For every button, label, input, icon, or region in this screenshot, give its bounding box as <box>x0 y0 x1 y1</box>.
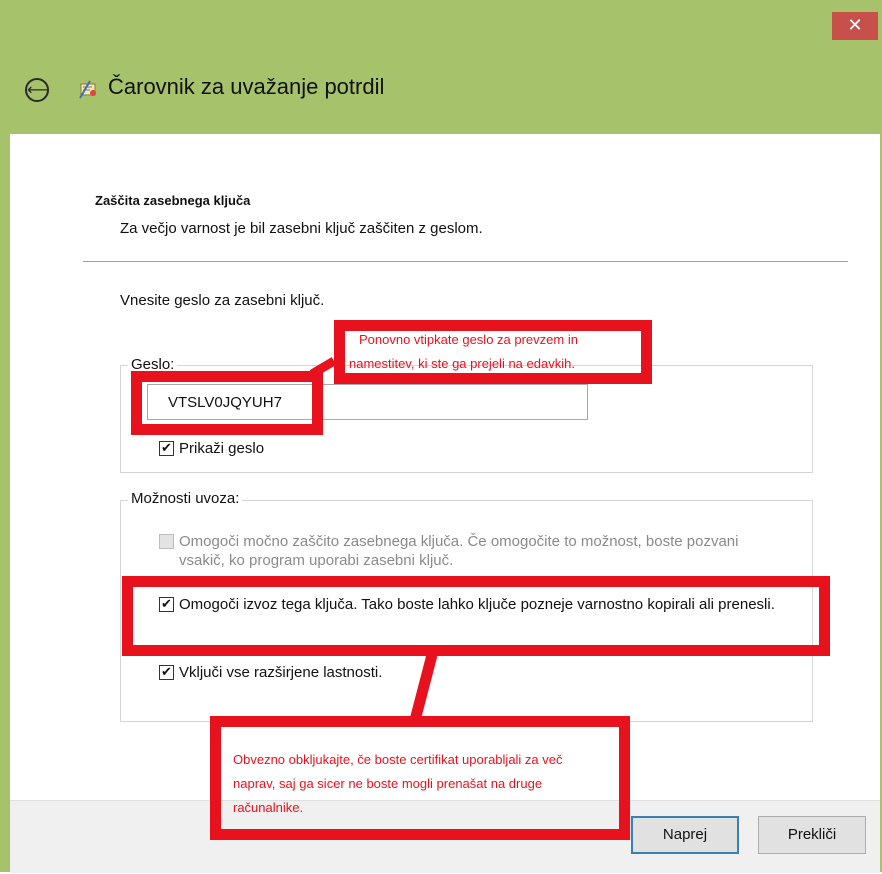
export-annotation-connector <box>408 653 438 726</box>
export-note-line2: naprav, saj ga sicer ne boste mogli pren… <box>233 776 543 791</box>
export-option-highlight-box <box>122 576 830 656</box>
export-note-line1: Obvezno obkljukajte, če boste certifikat… <box>233 752 563 767</box>
export-note-line3: računalnike. <box>233 800 304 815</box>
password-note-line1: Ponovno vtipkate geslo za prevzem in <box>359 332 578 347</box>
password-highlight-box <box>131 371 323 435</box>
password-note-line2: namestitev, ki ste ga prejeli na edavkih… <box>349 356 575 371</box>
